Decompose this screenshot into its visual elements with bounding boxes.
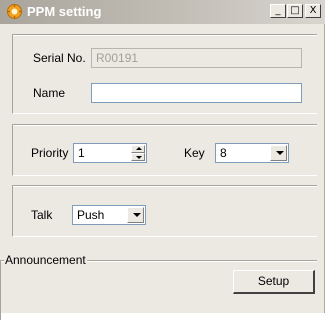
name-input[interactable] xyxy=(91,83,302,103)
talk-label: Talk xyxy=(31,208,53,222)
priority-value: 1 xyxy=(78,146,85,160)
ppm-setting-window: PPM setting _ □ X Serial No. R00191 Name… xyxy=(0,0,325,320)
setup-button[interactable]: Setup xyxy=(233,270,315,294)
key-dropdown[interactable]: 8 xyxy=(215,143,289,163)
priority-spinner[interactable]: 1 xyxy=(73,143,147,163)
key-value: 8 xyxy=(220,146,227,160)
app-icon xyxy=(7,4,22,19)
spin-up-button[interactable] xyxy=(131,145,145,153)
talk-dropdown-button[interactable] xyxy=(127,207,144,223)
talk-group xyxy=(12,185,317,237)
window-title: PPM setting xyxy=(27,4,102,19)
talk-dropdown[interactable]: Push xyxy=(72,205,146,225)
serial-number-field: R00191 xyxy=(91,48,302,68)
serial-label: Serial No. xyxy=(33,51,86,65)
talk-value: Push xyxy=(77,208,105,222)
close-button[interactable]: X xyxy=(305,4,321,18)
chevron-down-icon xyxy=(276,151,284,155)
title-bar[interactable]: PPM setting _ □ X xyxy=(0,0,325,24)
priority-spin-buttons[interactable] xyxy=(131,145,145,161)
maximize-button[interactable]: □ xyxy=(287,4,303,18)
arrow-down-icon xyxy=(136,156,142,159)
key-dropdown-button[interactable] xyxy=(270,145,287,161)
chevron-down-icon xyxy=(133,213,141,217)
priority-label: Priority xyxy=(31,146,69,160)
arrow-up-icon xyxy=(136,147,142,150)
name-label: Name xyxy=(33,86,66,100)
announcement-label: Announcement xyxy=(4,253,87,267)
key-label: Key xyxy=(184,146,205,160)
spin-down-button[interactable] xyxy=(131,153,145,161)
minimize-button[interactable]: _ xyxy=(270,4,286,18)
